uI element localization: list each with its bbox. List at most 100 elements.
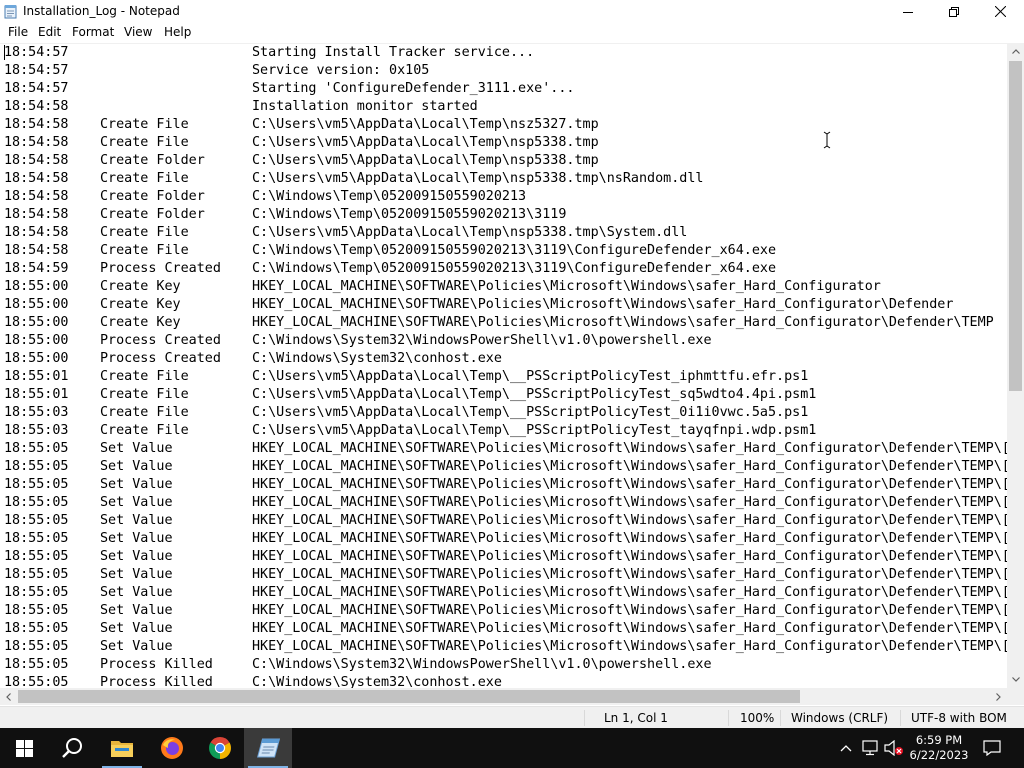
log-detail: C:\Windows\System32\WindowsPowerShell\v1… — [252, 333, 712, 348]
log-time: 18:55:05 — [4, 621, 69, 636]
clock-date: 6/22/2023 — [909, 748, 969, 762]
title-bar[interactable]: Installation_Log - Notepad — [0, 0, 1024, 23]
log-time: 18:55:03 — [4, 423, 69, 438]
log-detail: C:\Users\vm5\AppData\Local\Temp\nsp5338.… — [252, 225, 688, 240]
log-detail: C:\Users\vm5\AppData\Local\Temp\nsp5338.… — [252, 153, 599, 168]
status-line-ending: Windows (CRLF) — [791, 711, 889, 725]
text-editor[interactable]: 18:54:57 Starting Install Tracker service… — [0, 43, 1007, 689]
log-time: 18:54:58 — [4, 189, 69, 204]
log-time: 18:54:58 — [4, 153, 69, 168]
log-operation: Create Key — [100, 279, 181, 294]
log-time: 18:55:00 — [4, 351, 69, 366]
log-operation: Create File — [100, 423, 189, 438]
close-button[interactable] — [977, 0, 1023, 23]
menu-view[interactable]: View — [124, 25, 152, 39]
scrollbar-corner — [1007, 688, 1024, 705]
windows-start-icon — [15, 739, 33, 757]
scroll-up-button[interactable] — [1007, 43, 1024, 60]
status-separator — [780, 710, 781, 726]
log-detail: HKEY_LOCAL_MACHINE\SOFTWARE\Policies\Mic… — [252, 639, 1007, 654]
log-detail: C:\Users\vm5\AppData\Local\Temp\nsp5338.… — [252, 171, 704, 186]
clock-button[interactable]: 6:59 PM 6/22/2023 — [906, 728, 972, 768]
scroll-down-button[interactable] — [1007, 671, 1024, 688]
notepad-icon — [257, 738, 280, 758]
status-separator — [900, 710, 901, 726]
log-operation: Set Value — [100, 477, 173, 492]
log-operation: Set Value — [100, 621, 173, 636]
menu-help[interactable]: Help — [164, 25, 191, 39]
action-center-button[interactable] — [976, 728, 1008, 768]
log-detail: HKEY_LOCAL_MACHINE\SOFTWARE\Policies\Mic… — [252, 279, 881, 294]
log-detail: C:\Users\vm5\AppData\Local\Temp\nsz5327.… — [252, 117, 599, 132]
log-time: 18:54:57 — [4, 45, 69, 60]
log-time: 18:55:05 — [4, 441, 69, 456]
show-hidden-icons-button[interactable] — [836, 728, 856, 768]
horizontal-scrollbar[interactable] — [0, 688, 1007, 705]
taskbar-firefox[interactable] — [148, 728, 196, 768]
log-time: 18:55:01 — [4, 387, 69, 402]
log-operation: Create Key — [100, 297, 181, 312]
start-button[interactable] — [0, 728, 48, 768]
close-icon — [994, 6, 1006, 17]
log-operation: Create File — [100, 369, 189, 384]
log-operation: Set Value — [100, 495, 173, 510]
log-time: 18:54:58 — [4, 171, 69, 186]
log-time: 18:55:05 — [4, 585, 69, 600]
vertical-scrollbar[interactable] — [1007, 43, 1024, 688]
log-time: 18:54:59 — [4, 261, 69, 276]
log-time: 18:55:03 — [4, 405, 69, 420]
log-time: 18:54:57 — [4, 81, 69, 96]
log-time: 18:55:05 — [4, 495, 69, 510]
chevron-left-icon — [6, 692, 11, 701]
text-caret — [4, 45, 5, 60]
log-time: 18:55:05 — [4, 567, 69, 582]
vertical-scroll-thumb[interactable] — [1009, 61, 1022, 391]
log-operation: Set Value — [100, 603, 173, 618]
log-operation: Process Created — [100, 261, 221, 276]
volume-tray-button[interactable] — [882, 728, 906, 768]
log-time: 18:54:58 — [4, 135, 69, 150]
menu-edit[interactable]: Edit — [38, 25, 61, 39]
scroll-left-button[interactable] — [0, 688, 17, 705]
log-time: 18:55:05 — [4, 657, 69, 672]
log-detail: C:\Users\vm5\AppData\Local\Temp\nsp5338.… — [252, 135, 599, 150]
taskbar-file-explorer[interactable] — [98, 728, 146, 768]
log-detail: C:\Windows\Temp\052009150559020213\3119\… — [252, 243, 777, 258]
network-tray-button[interactable] — [858, 728, 882, 768]
taskbar-chrome[interactable] — [196, 728, 244, 768]
log-time: 18:55:01 — [4, 369, 69, 384]
log-detail: C:\Windows\Temp\052009150559020213 — [252, 189, 527, 204]
log-operation: Create File — [100, 225, 189, 240]
maximize-button[interactable] — [931, 0, 977, 23]
scroll-right-button[interactable] — [990, 688, 1007, 705]
minimize-button[interactable] — [885, 0, 931, 23]
menu-bar: File Edit Format View Help — [0, 23, 1024, 42]
log-time: 18:55:00 — [4, 315, 69, 330]
chevron-down-icon — [1011, 677, 1020, 682]
log-operation: Set Value — [100, 513, 173, 528]
log-operation: Set Value — [100, 459, 173, 474]
log-detail: HKEY_LOCAL_MACHINE\SOFTWARE\Policies\Mic… — [252, 549, 1007, 564]
chevron-up-icon — [1011, 49, 1020, 54]
log-operation: Create Key — [100, 315, 181, 330]
log-operation: Create File — [100, 243, 189, 258]
horizontal-scroll-thumb[interactable] — [18, 690, 800, 703]
log-operation: Set Value — [100, 531, 173, 546]
log-time: 18:55:05 — [4, 531, 69, 546]
log-detail: Service version: 0x105 — [252, 63, 430, 78]
search-button[interactable] — [48, 728, 96, 768]
menu-file[interactable]: File — [8, 25, 28, 39]
taskbar-notepad[interactable] — [244, 728, 292, 768]
log-time: 18:54:58 — [4, 207, 69, 222]
status-encoding: UTF-8 with BOM — [911, 711, 1007, 725]
menu-format[interactable]: Format — [72, 25, 114, 39]
log-operation: Create File — [100, 135, 189, 150]
ibeam-cursor-icon — [823, 131, 831, 149]
log-detail: HKEY_LOCAL_MACHINE\SOFTWARE\Policies\Mic… — [252, 495, 1007, 510]
log-operation: Set Value — [100, 567, 173, 582]
log-time: 18:54:58 — [4, 99, 69, 114]
log-time: 18:54:58 — [4, 117, 69, 132]
status-cursor-position: Ln 1, Col 1 — [604, 711, 668, 725]
log-operation: Set Value — [100, 549, 173, 564]
log-operation: Process Created — [100, 351, 221, 366]
